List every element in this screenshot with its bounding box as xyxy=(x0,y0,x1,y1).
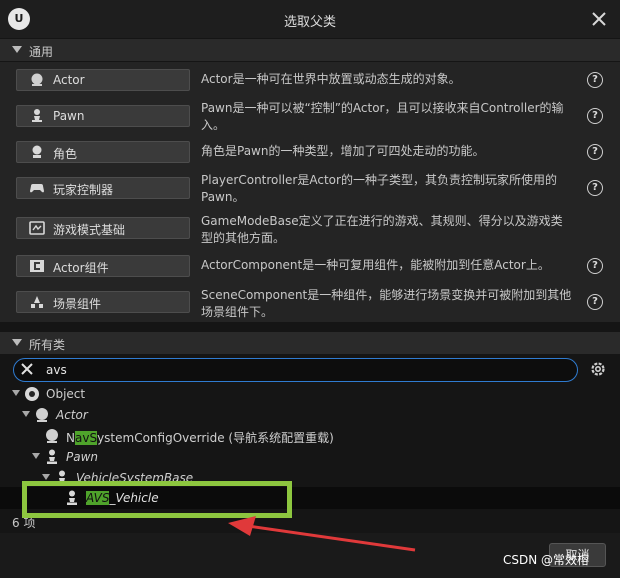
actor-class-description: Actor是一种可在世界中放置或动态生成的对象。 xyxy=(201,72,461,86)
pawn-icon xyxy=(47,449,57,464)
gamemode-class-description: GameModeBase定义了正在进行的游戏、其规则、得分以及游戏类型的其他方面… xyxy=(201,214,563,245)
class-search-input[interactable]: avs xyxy=(13,358,578,382)
search-value: avs xyxy=(46,363,67,377)
actor-component-class-label: Actor组件 xyxy=(53,261,109,275)
collapse-arrow-icon xyxy=(12,46,22,53)
object-sphere-icon xyxy=(25,387,39,401)
all-classes-section-header[interactable]: 所有类 xyxy=(0,332,620,354)
character-class-description: 角色是Pawn的一种类型，增加了可四处走动的功能。 xyxy=(201,144,485,158)
title-bar: U 选取父类 xyxy=(0,0,620,38)
component-icon xyxy=(30,260,44,272)
character-icon xyxy=(32,145,42,158)
tree-label-actor: Actor xyxy=(56,408,88,422)
tree-node-navsystem-config-override[interactable]: NavSystemConfigOverride (导航系统配置重载) xyxy=(0,426,360,446)
scene-component-class-button[interactable]: 场景组件 xyxy=(16,291,190,313)
help-icon[interactable]: ? xyxy=(587,258,603,274)
gamemode-icon xyxy=(29,221,45,235)
common-section-header[interactable]: 通用 xyxy=(0,39,620,61)
common-row-gamemode: 游戏模式基础 GameModeBase定义了正在进行的游戏、其规则、得分以及游戏… xyxy=(0,210,620,246)
common-row-pawn: Pawn Pawn是一种可以被“控制”的Actor，且可以接收来自Control… xyxy=(0,98,620,134)
gamemode-class-label: 游戏模式基础 xyxy=(53,223,126,237)
tree-label-pawn: Pawn xyxy=(66,450,99,464)
help-icon[interactable]: ? xyxy=(587,108,603,124)
collapse-arrow-icon xyxy=(12,339,22,346)
pawn-class-description: Pawn是一种可以被“控制”的Actor，且可以接收来自Controller的输… xyxy=(201,101,564,132)
common-row-actor-component: Actor组件 ActorComponent是一种可复用组件，能被附加到任意Ac… xyxy=(0,248,620,284)
player-controller-class-description: PlayerController是Actor的一种子类型，其负责控制玩家所使用的… xyxy=(201,173,557,204)
pawn-class-button[interactable]: Pawn xyxy=(16,105,190,127)
expand-arrow-icon[interactable] xyxy=(12,390,20,396)
scene-component-class-label: 场景组件 xyxy=(53,297,102,311)
tree-label-navsystem-config-override: NavSystemConfigOverride (导航系统配置重载) xyxy=(66,431,334,445)
common-row-player-controller: 玩家控制器 PlayerController是Actor的一种子类型，其负责控制… xyxy=(0,170,620,206)
gamepad-icon xyxy=(30,184,44,193)
actor-class-button[interactable]: Actor xyxy=(16,69,190,91)
actor-sphere-icon xyxy=(46,429,58,443)
gear-icon[interactable] xyxy=(589,360,607,378)
scene-component-class-description: SceneComponent是一种组件，能够进行场景变换并可被附加到其他场景组件… xyxy=(201,288,572,319)
common-row-character: 角色 角色是Pawn的一种类型，增加了可四处走动的功能。 ? xyxy=(0,134,620,170)
search-match-highlight: avS xyxy=(74,431,98,445)
gamemode-class-button[interactable]: 游戏模式基础 xyxy=(16,217,190,239)
common-section-label: 通用 xyxy=(29,45,54,59)
expand-arrow-icon[interactable] xyxy=(42,474,50,480)
expand-arrow-icon[interactable] xyxy=(32,453,40,459)
expand-arrow-icon[interactable] xyxy=(22,411,30,417)
common-row-actor: Actor Actor是一种可在世界中放置或动态生成的对象。 ? xyxy=(0,62,620,98)
actor-sphere-icon xyxy=(31,73,43,86)
actor-sphere-icon xyxy=(36,408,48,422)
pawn-icon xyxy=(32,109,42,122)
actor-class-label: Actor xyxy=(53,73,85,87)
help-icon[interactable]: ? xyxy=(587,180,603,196)
help-icon[interactable]: ? xyxy=(587,144,603,160)
player-controller-class-button[interactable]: 玩家控制器 xyxy=(16,177,190,199)
help-icon[interactable]: ? xyxy=(587,72,603,88)
watermark: CSDN @常效榕 xyxy=(503,553,590,567)
character-class-button[interactable]: 角色 xyxy=(16,141,190,163)
common-classes-panel: Actor Actor是一种可在世界中放置或动态生成的对象。 ? Pawn Pa… xyxy=(0,62,620,322)
dialog-title: 选取父类 xyxy=(283,15,336,30)
player-controller-class-label: 玩家控制器 xyxy=(53,183,114,197)
actor-component-class-description: ActorComponent是一种可复用组件，能被附加到任意Actor上。 xyxy=(201,258,550,272)
scene-component-icon xyxy=(31,296,43,308)
all-classes-section-label: 所有类 xyxy=(29,338,66,352)
close-icon[interactable] xyxy=(588,8,610,30)
common-row-scene-component: 场景组件 SceneComponent是一种组件，能够进行场景变换并可被附加到其… xyxy=(0,284,620,320)
annotation-arrow-icon xyxy=(228,516,416,552)
pawn-class-label: Pawn xyxy=(53,109,85,123)
tree-label-object: Object xyxy=(46,387,86,401)
clear-search-icon[interactable] xyxy=(20,362,34,376)
help-icon[interactable]: ? xyxy=(587,294,603,310)
tree-node-object[interactable]: Object xyxy=(0,384,300,404)
tree-node-pawn[interactable]: Pawn xyxy=(0,447,300,467)
actor-component-class-button[interactable]: Actor组件 xyxy=(16,255,190,277)
tree-node-actor[interactable]: Actor xyxy=(0,405,300,425)
character-class-label: 角色 xyxy=(53,147,78,161)
